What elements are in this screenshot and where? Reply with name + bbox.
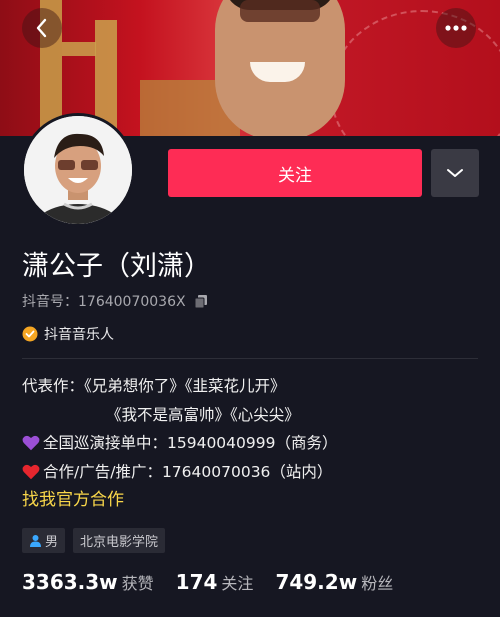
verified-badge-icon	[22, 326, 38, 342]
school-tag[interactable]: 北京电影学院	[73, 528, 166, 553]
male-user-icon	[30, 535, 41, 547]
bio-line: 《我不是高富帅》《心尖尖》	[106, 405, 300, 424]
banner-portrait-glasses	[240, 0, 320, 22]
more-horizontal-icon	[445, 25, 467, 31]
bio-line-text: 全国巡演接单中：15940040999（商务）	[43, 434, 338, 452]
stats-row: 3363.3w 获赞 174 关注 749.2w 粉丝	[22, 570, 415, 594]
verified-row: 抖音音乐人	[22, 324, 114, 344]
douyin-id-row: 抖音号：17640070036X	[22, 291, 209, 311]
likes-count: 3363.3w	[22, 570, 118, 594]
follow-button[interactable]: 关注	[168, 149, 422, 197]
followers-label[interactable]: 粉丝	[361, 570, 393, 594]
banner-decoration	[95, 20, 117, 130]
bio-line: 代表作：《兄弟想你了》《韭菜花儿开》	[22, 377, 286, 395]
more-actions-dropdown[interactable]	[431, 149, 479, 197]
followers-count[interactable]: 749.2w	[275, 570, 357, 594]
red-heart-icon	[22, 464, 40, 479]
profile-name: 潇公子（刘潇）	[22, 251, 211, 282]
divider	[22, 358, 478, 359]
gender-tag: 男	[22, 528, 66, 553]
bio-line-text: 合作/广告/推广：17640070036（站内）	[43, 462, 333, 481]
following-label[interactable]: 关注	[221, 570, 253, 594]
banner-decoration	[62, 42, 96, 56]
following-count[interactable]: 174	[176, 570, 218, 594]
likes-label: 获赞	[121, 574, 154, 593]
chevron-left-icon	[36, 18, 47, 38]
bio-line: 合作/广告/推广：17640070036（站内）	[22, 458, 482, 487]
back-button[interactable]	[22, 8, 62, 48]
purple-heart-icon	[22, 436, 40, 451]
gender-label: 男	[45, 535, 59, 550]
school-label: 北京电影学院	[80, 535, 159, 550]
more-button[interactable]	[436, 8, 476, 48]
avatar[interactable]	[21, 113, 135, 227]
verified-label: 抖音音乐人	[44, 327, 114, 343]
bio: 代表作：《兄弟想你了》《韭菜花儿开》 《我不是高富帅》《心尖尖》 全国巡演接单中…	[22, 372, 482, 486]
official-cooperation-link[interactable]: 找我官方合作	[22, 485, 124, 510]
copy-icon[interactable]	[194, 294, 209, 309]
chevron-down-icon	[447, 169, 463, 177]
profile-tags: 男 北京电影学院	[22, 528, 166, 553]
avatar-image	[24, 116, 132, 224]
douyin-id-text: 抖音号：17640070036X	[22, 294, 186, 310]
bio-line: 全国巡演接单中：15940040999（商务）	[22, 429, 482, 458]
